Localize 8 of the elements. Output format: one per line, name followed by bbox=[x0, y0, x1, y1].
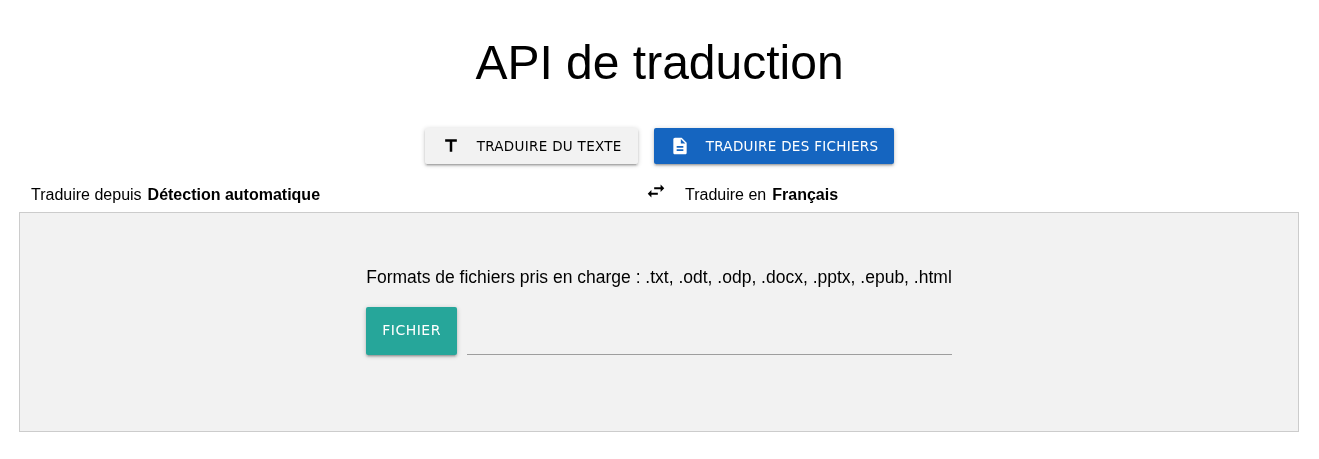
supported-formats-text: Formats de fichiers pris en charge : .txt, .odt, .odp, .docx, .pptx, .epub, .html bbox=[366, 266, 952, 288]
source-label: Traduire depuis bbox=[31, 186, 142, 204]
page-title: API de traduction bbox=[474, 35, 845, 91]
source-language[interactable]: Détection automatique bbox=[147, 186, 321, 204]
target-label: Traduire en bbox=[685, 186, 767, 204]
tab[interactable]: TRADUIRE DU TEXTE bbox=[424, 128, 638, 164]
target-language[interactable]: Français bbox=[772, 186, 839, 204]
tab[interactable]: TRADUIRE DES FICHIERS bbox=[653, 128, 895, 164]
